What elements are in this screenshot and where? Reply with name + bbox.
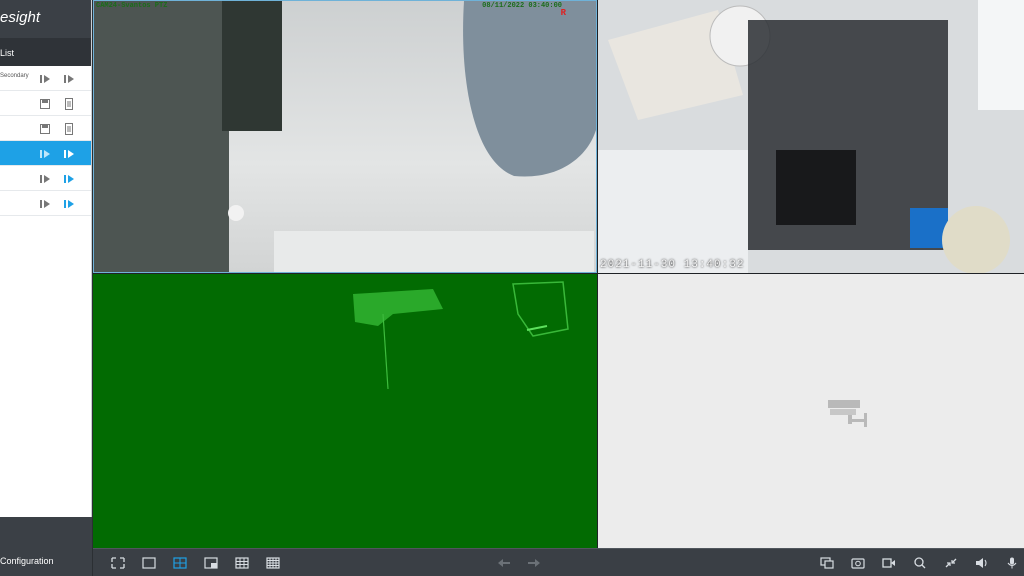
microphone-icon[interactable]	[1005, 557, 1019, 569]
camera-icon	[826, 397, 872, 436]
document-icon[interactable]	[64, 97, 74, 110]
snapshot-icon[interactable]	[851, 557, 865, 569]
device-row[interactable]	[0, 166, 91, 191]
play-icon[interactable]	[64, 72, 74, 84]
device-row[interactable]	[0, 91, 91, 116]
document-icon[interactable]	[64, 122, 74, 135]
zoom-icon[interactable]	[913, 557, 927, 569]
camera-feed-1	[94, 1, 596, 272]
device-list-header[interactable]: List	[0, 38, 91, 66]
video-tile-3[interactable]	[93, 274, 597, 548]
camera-name-osd: CAM24-Svantos PTZ	[96, 2, 168, 10]
datetime-osd: 08/11/2022 03:40:00	[482, 2, 562, 10]
bottom-toolbar	[93, 548, 1024, 576]
configuration-button[interactable]: Configuration	[0, 556, 54, 566]
brand-logo: esight	[0, 0, 91, 38]
video-tile-1[interactable]: CAM24-Svantos PTZ 08/11/2022 03:40:00 R	[93, 0, 597, 273]
layout-1-icon[interactable]	[142, 557, 156, 569]
play-icon[interactable]	[64, 197, 74, 209]
volume-icon[interactable]	[975, 557, 989, 569]
fullscreen-icon[interactable]	[111, 557, 125, 569]
camera-feed-2	[598, 0, 1024, 273]
save-icon[interactable]	[40, 122, 50, 134]
play-icon[interactable]	[64, 147, 74, 159]
live-view-grid: CAM24-Svantos PTZ 08/11/2022 03:40:00 R …	[93, 0, 1024, 548]
layout-9-icon[interactable]	[235, 557, 249, 569]
camera-feed-3	[353, 281, 569, 390]
timestamp-osd: 2021-11-30 13:40:32	[600, 259, 745, 271]
layout-16-icon[interactable]	[266, 557, 280, 569]
record-icon[interactable]	[40, 172, 50, 184]
record-icon[interactable]	[40, 147, 50, 159]
device-list: Secondary	[0, 66, 91, 216]
save-icon[interactable]	[40, 97, 50, 109]
recording-indicator: R	[560, 8, 566, 18]
device-row-selected[interactable]	[0, 141, 91, 166]
record-icon[interactable]	[40, 197, 50, 209]
record-video-icon[interactable]	[882, 557, 896, 569]
video-tile-4[interactable]	[598, 274, 1024, 548]
sidebar: esight List Secondary Configuration	[0, 0, 92, 576]
video-tile-2[interactable]: 2021-11-30 13:40:32	[598, 0, 1024, 273]
sidebar-footer: Configuration	[0, 517, 92, 576]
nvr-client-window: esight List Secondary Configuration CAM2…	[0, 0, 1024, 576]
device-row[interactable]	[0, 191, 91, 216]
switch-stream-icon[interactable]	[820, 557, 834, 569]
device-row[interactable]	[0, 116, 91, 141]
play-icon[interactable]	[64, 172, 74, 184]
device-row-label: Secondary	[0, 73, 29, 79]
record-icon[interactable]	[40, 72, 50, 84]
shrink-icon[interactable]	[944, 557, 958, 569]
layout-6-icon[interactable]	[204, 557, 218, 569]
layout-4-icon[interactable]	[173, 557, 187, 569]
device-row[interactable]: Secondary	[0, 66, 91, 91]
next-arrow-icon[interactable]	[527, 557, 541, 569]
prev-arrow-icon[interactable]	[497, 557, 511, 569]
